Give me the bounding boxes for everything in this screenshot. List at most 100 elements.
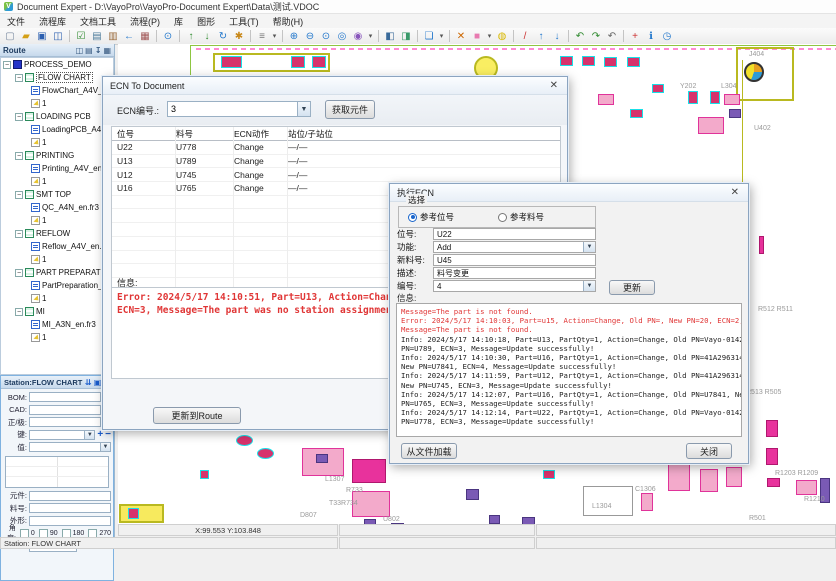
tree-node-document[interactable]: MI_A3N_en.fr3 [1,318,113,331]
chevron-down-icon[interactable]: ▼ [100,443,110,451]
field-input[interactable] [29,503,111,513]
tree-node-station[interactable]: − MI [1,305,113,318]
tree-node-document[interactable]: PartPreparation_ [1,279,113,292]
collapse-icon[interactable]: − [15,152,23,160]
add-point-icon[interactable]: + [627,29,643,43]
zoom-out-icon[interactable]: ⊖ [302,29,318,43]
tree-node-document[interactable]: Reflow_A4V_en.fr [1,240,113,253]
column-header[interactable]: ECN动作 [234,128,288,140]
settings-icon[interactable]: ▤ [85,46,93,55]
tree-node-document[interactable]: QC_A4N_en.fr3 [1,201,113,214]
paste-icon[interactable]: ▥ [105,29,121,43]
chevron-down-icon[interactable]: ▼ [297,102,310,116]
collapse-icon[interactable]: − [15,113,23,121]
menu-item[interactable]: 文件 [0,15,32,28]
move-down-icon[interactable]: ↓ [549,29,565,43]
field-input[interactable]: U45 [433,254,596,266]
dropdown-arrow-icon[interactable]: ▾ [485,32,494,40]
collapse-icon[interactable]: − [3,61,11,69]
new-doc-icon[interactable]: ▢ [2,29,18,43]
add-icon[interactable]: + [97,430,103,440]
doc-down-icon[interactable]: ↓ [199,29,215,43]
save-workspace-icon[interactable]: ◫ [50,29,66,43]
collapse-icon[interactable]: − [15,269,23,277]
table-row[interactable]: U22U778Change—/— [112,141,560,155]
layers-icon[interactable]: ❏ [421,29,437,43]
collapse-icon[interactable]: − [15,74,23,82]
zoom-window-icon[interactable]: ⊙ [318,29,334,43]
tree-node-station[interactable]: − FLOW CHART [1,71,113,84]
import-icon[interactable]: ← [121,29,137,43]
zoom-in-icon[interactable]: ⊕ [286,29,302,43]
zoom-region-icon[interactable]: ◎ [334,29,350,43]
cross-icon[interactable]: ✕ [453,29,469,43]
close-icon[interactable]: ✕ [548,80,560,91]
doc-up-icon[interactable]: ↑ [183,29,199,43]
dock-icon[interactable]: ▦ [103,46,111,55]
menu-item[interactable]: 文档工具 [73,15,123,28]
pin-icon[interactable]: ↧ [95,46,102,55]
field-input[interactable]: U22 [433,228,596,240]
rotate-left-icon[interactable]: ↶ [572,29,588,43]
bulb-icon[interactable]: ◍ [494,29,510,43]
open-folder-icon[interactable]: ▰ [18,29,34,43]
field-input[interactable] [29,516,111,526]
fetch-parts-button[interactable]: 获取元件 [325,100,375,119]
radio-ref-designator[interactable]: 参考位号 [408,211,454,223]
tree-node-count[interactable]: 1 [1,253,113,266]
station-value-list[interactable] [5,456,109,488]
move-up-icon[interactable]: ↑ [533,29,549,43]
clock-icon[interactable]: ◷ [659,29,675,43]
tree-node-count[interactable]: 1 [1,97,113,110]
preview-icon[interactable]: ⊙ [160,29,176,43]
menu-item[interactable]: 流程库 [32,15,73,28]
chevron-down-icon[interactable]: ▼ [583,281,595,291]
dialog-titlebar[interactable]: ECN To Document ✕ [103,77,567,95]
info-icon[interactable]: ℹ [643,29,659,43]
field-input[interactable]: 料号变更 [433,267,596,279]
update-route-button[interactable]: 更新到Route [153,407,241,424]
tree-node-document[interactable]: LoadingPCB_A4V_e [1,123,113,136]
dropdown-arrow-icon[interactable]: ▾ [366,32,375,40]
menu-item[interactable]: 图形 [190,15,222,28]
tree-node-station[interactable]: − LOADING PCB [1,110,113,123]
dropdown-arrow-icon[interactable]: ▾ [437,32,446,40]
doc-settings-icon[interactable]: ✱ [231,29,247,43]
table-row[interactable]: U12U745Change—/— [112,168,560,182]
ecn-number-combo[interactable]: 3 ▼ [167,101,311,117]
tree-node-document[interactable]: FlowChart_A4V_en [1,84,113,97]
collapse-icon[interactable]: − [15,191,23,199]
select-check-icon[interactable]: ☑ [73,29,89,43]
tree-node-count[interactable]: 1 [1,136,113,149]
field-combo[interactable]: ▼ [29,430,95,440]
update-button[interactable]: 更新 [609,280,655,295]
collapse-all-icon[interactable]: ⇊ [85,378,92,387]
panel-icon[interactable]: ◫ [76,46,84,55]
dropdown-arrow-icon[interactable]: ▾ [270,32,279,40]
field-combo[interactable]: ▼ [29,392,111,402]
menu-item[interactable]: 流程(P) [123,15,167,28]
field-input[interactable]: Add▼ [433,241,596,253]
field-input[interactable] [29,491,111,501]
column-header[interactable]: 料号 [176,128,234,140]
field-combo[interactable]: ▼ [29,442,111,452]
shape-icon[interactable]: ■ [469,29,485,43]
copy-icon[interactable]: ▤ [89,29,105,43]
close-icon[interactable]: ✕ [729,187,741,198]
rotate-right-icon[interactable]: ↷ [588,29,604,43]
load-from-file-button[interactable]: 从文件加载 [401,443,457,459]
tree-node-station[interactable]: − REFLOW [1,227,113,240]
menu-item[interactable]: 工具(T) [222,15,266,28]
chevron-down-icon[interactable]: ▼ [583,242,595,252]
save-icon[interactable]: ▣ [34,29,50,43]
tree-node-document[interactable]: Printing_A4V_en [1,162,113,175]
remove-icon[interactable]: − [105,430,111,440]
measure-icon[interactable]: ≡ [254,29,270,43]
field-input[interactable]: 4▼ [433,280,596,292]
column-header[interactable]: 位号 [112,128,176,140]
tree-node-root[interactable]: − PROCESS_DEMO [1,58,113,71]
column-header[interactable]: 站位/子站位 [288,128,560,140]
collapse-icon[interactable]: − [15,230,23,238]
tree-node-count[interactable]: 1 [1,331,113,344]
grid-icon[interactable]: ◧ [382,29,398,43]
